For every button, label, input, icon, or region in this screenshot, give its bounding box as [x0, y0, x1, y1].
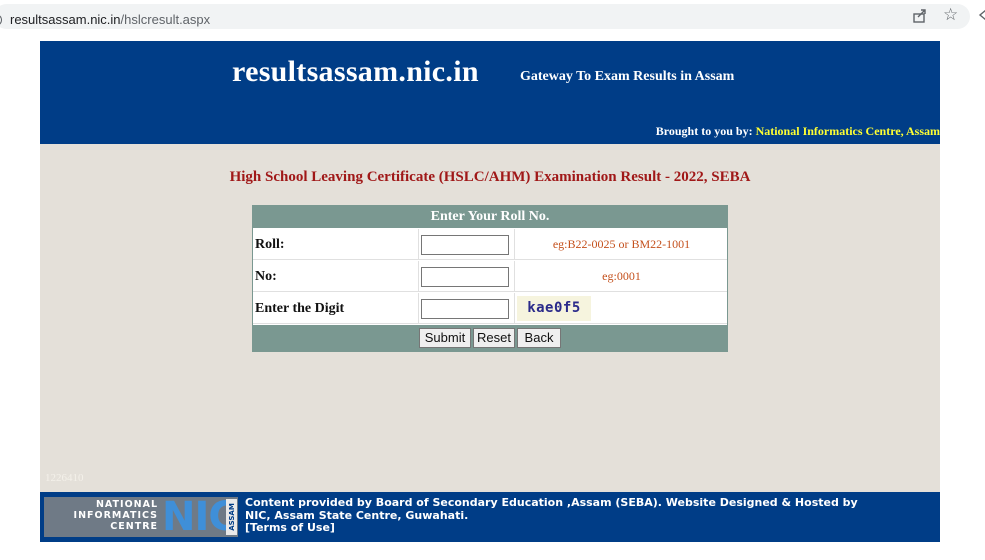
digit-input-cell	[418, 293, 515, 324]
digit-label: Enter the Digit	[255, 301, 345, 316]
footer-line-1: Content provided by Board of Secondary E…	[245, 496, 858, 509]
roll-input-cell	[418, 229, 515, 260]
browser-address-bar: resultsassam.nic.in/hslcresult.aspx ☆	[0, 0, 985, 32]
url-host: resultsassam.nic.in	[10, 12, 121, 27]
footer-line-2: NIC, Assam State Centre, Guwahati.	[245, 508, 469, 522]
no-input-cell	[418, 261, 515, 292]
address-field[interactable]: resultsassam.nic.in/hslcresult.aspx	[0, 4, 970, 29]
edge-icon[interactable]	[978, 8, 985, 22]
roll-hint: eg:B22-0025 or BM22-1001	[552, 237, 691, 251]
roll-row: Roll: eg:B22-0025 or BM22-1001	[253, 229, 727, 260]
terms-of-use-link[interactable]: [Terms of Use]	[245, 521, 935, 535]
no-input[interactable]	[421, 267, 509, 287]
share-icon[interactable]	[912, 8, 928, 24]
roll-label: Roll:	[255, 237, 285, 252]
site-header: resultsassam.nic.in Gateway To Exam Resu…	[40, 41, 940, 144]
url-text[interactable]: resultsassam.nic.in/hslcresult.aspx	[10, 12, 210, 27]
nic-logo-text: NATIONAL INFORMATICS CENTRE	[46, 499, 158, 532]
visitor-counter: 1226410	[45, 472, 84, 484]
no-row: No: eg:0001	[253, 261, 727, 292]
digit-row: Enter the Digit kae0f5	[253, 293, 727, 324]
nic-logo-line-3: CENTRE	[110, 521, 158, 532]
nic-logo[interactable]: NATIONAL INFORMATICS CENTRE NIC ASSAM	[44, 497, 238, 537]
nic-logo-line-1: NATIONAL	[95, 499, 158, 510]
digit-input[interactable]	[421, 299, 509, 319]
captcha-image: kae0f5	[517, 296, 591, 321]
form-heading: Enter Your Roll No.	[253, 206, 727, 228]
site-footer: NATIONAL INFORMATICS CENTRE NIC ASSAM Co…	[40, 492, 940, 542]
footer-text: Content provided by Board of Secondary E…	[245, 496, 935, 535]
roll-form: Enter Your Roll No. Roll: eg:B22-0025 or…	[252, 205, 728, 352]
reset-button[interactable]: Reset	[473, 328, 515, 348]
site-name: resultsassam.nic.in	[232, 55, 479, 88]
star-icon[interactable]: ☆	[943, 5, 958, 25]
no-label: No:	[255, 269, 277, 284]
url-path: /hslcresult.aspx	[120, 12, 211, 27]
no-hint: eg:0001	[602, 269, 641, 283]
roll-input[interactable]	[421, 235, 509, 255]
brought-by: Brought to you by: National Informatics …	[656, 124, 940, 139]
page-container: resultsassam.nic.in Gateway To Exam Resu…	[40, 41, 940, 542]
nic-logo-line-2: INFORMATICS	[73, 510, 158, 521]
submit-button[interactable]: Submit	[419, 328, 471, 348]
brought-by-org: National Informatics Centre, Assam	[755, 124, 940, 138]
nic-logo-side: ASSAM	[226, 499, 237, 535]
brought-by-label: Brought to you by:	[655, 124, 756, 138]
nic-logo-side-text: ASSAM	[227, 503, 236, 531]
info-icon[interactable]	[0, 14, 2, 26]
exam-title: High School Leaving Certificate (HSLC/AH…	[229, 169, 751, 185]
back-button[interactable]: Back	[517, 328, 561, 348]
form-actions: Submit Reset Back	[253, 325, 727, 351]
site-tagline: Gateway To Exam Results in Assam	[520, 69, 735, 84]
